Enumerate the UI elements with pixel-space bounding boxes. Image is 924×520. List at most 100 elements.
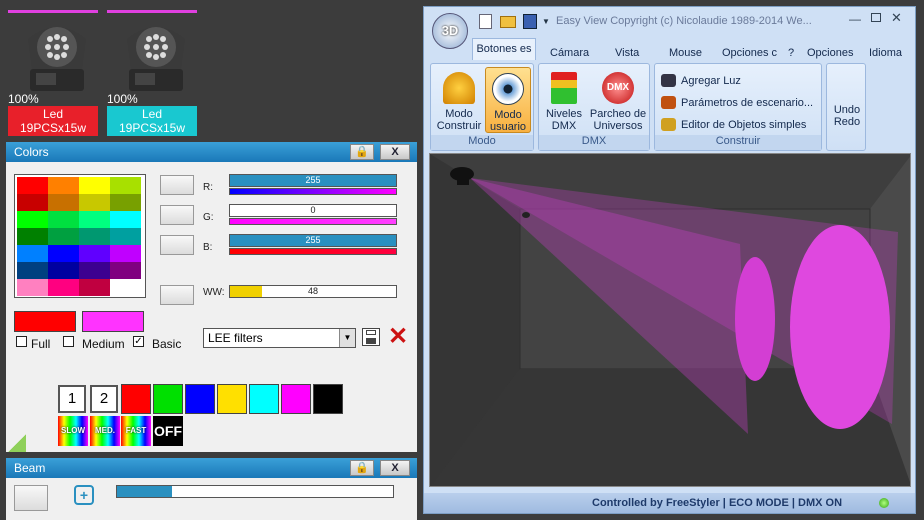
close-button[interactable]: X xyxy=(380,144,410,160)
ww-slider[interactable]: 48 xyxy=(229,285,397,298)
medium-checkbox[interactable] xyxy=(63,336,74,347)
palette-cell[interactable] xyxy=(79,279,110,296)
green-slider[interactable]: 0 xyxy=(229,204,397,217)
palette-cell[interactable] xyxy=(17,245,48,262)
lock-icon[interactable]: 🔒 xyxy=(350,460,374,476)
palette-cell[interactable] xyxy=(79,245,110,262)
niveles-dmx-button[interactable]: Niveles DMX xyxy=(541,72,587,132)
speed-fast-button[interactable]: FAST xyxy=(121,416,151,446)
swatch-black[interactable] xyxy=(313,384,343,414)
preset-1-button[interactable]: 1 xyxy=(58,385,86,413)
palette-cell[interactable] xyxy=(79,211,110,228)
palette-cell[interactable] xyxy=(17,177,48,194)
new-file-icon[interactable] xyxy=(479,14,492,29)
palette-cell[interactable] xyxy=(48,228,79,245)
lock-icon[interactable]: 🔒 xyxy=(350,144,374,160)
blue-preset-button[interactable] xyxy=(160,235,194,255)
color-palette-grid[interactable] xyxy=(14,174,146,298)
palette-cell[interactable] xyxy=(110,194,141,211)
palette-cell[interactable] xyxy=(48,279,79,296)
swatch-blue[interactable] xyxy=(185,384,215,414)
blue-value: 255 xyxy=(305,235,321,245)
zoom-icon[interactable]: + xyxy=(74,485,94,505)
fixture-3d-icon[interactable] xyxy=(450,167,474,181)
palette-cell[interactable] xyxy=(17,211,48,228)
app-badge[interactable]: 3D xyxy=(432,13,468,49)
basic-checkbox[interactable]: ✓ xyxy=(133,336,144,347)
palette-cell[interactable] xyxy=(79,177,110,194)
filter-select[interactable]: LEE filters ▼ xyxy=(203,328,356,348)
palette-cell[interactable] xyxy=(110,211,141,228)
palette-cell[interactable] xyxy=(110,245,141,262)
current-color-b[interactable] xyxy=(82,311,144,332)
red-preset-button[interactable] xyxy=(160,175,194,195)
palette-cell[interactable] xyxy=(110,262,141,279)
dmx-badge-label: DMX xyxy=(606,82,630,93)
editor-objetos-item[interactable]: Editor de Objetos simples xyxy=(661,118,806,131)
swatch-red[interactable] xyxy=(121,384,151,414)
palette-cell[interactable] xyxy=(48,194,79,211)
fixture-2[interactable]: 100% Led 19PCSx15w xyxy=(107,10,197,136)
tab-botones[interactable]: Botones es xyxy=(472,38,536,60)
chevron-down-icon[interactable]: ▼ xyxy=(339,329,355,347)
save-icon[interactable] xyxy=(523,14,537,29)
modo-usuario-button[interactable]: Modo usuario xyxy=(485,67,531,133)
tab-idioma[interactable]: Idioma xyxy=(869,47,902,59)
palette-cell[interactable] xyxy=(17,279,48,296)
preset-2-button[interactable]: 2 xyxy=(90,385,118,413)
red-value: 255 xyxy=(305,175,321,185)
speed-slow-button[interactable]: SLOW xyxy=(58,416,88,446)
palette-cell[interactable] xyxy=(48,245,79,262)
close-button[interactable]: X xyxy=(380,460,410,476)
close-window-button[interactable]: ✕ xyxy=(891,10,902,26)
delete-icon[interactable]: ✕ xyxy=(388,325,408,349)
resize-grip-icon[interactable] xyxy=(8,434,26,452)
palette-cell[interactable] xyxy=(17,194,48,211)
tab-opciones-menu[interactable]: Opciones xyxy=(807,47,853,59)
swatch-yellow[interactable] xyxy=(217,384,247,414)
speed-medium-button[interactable]: MED. xyxy=(90,416,120,446)
fixture-1[interactable]: 100% Led 19PCSx15w xyxy=(8,10,98,136)
blue-slider[interactable]: 255 xyxy=(229,234,397,247)
red-slider[interactable]: 255 xyxy=(229,174,397,187)
parametros-escenario-item[interactable]: Parámetros de escenario... xyxy=(661,96,813,109)
swatch-cyan[interactable] xyxy=(249,384,279,414)
speed-off-button[interactable]: OFF xyxy=(153,416,183,446)
parcheo-universos-button[interactable]: DMX Parcheo de Universos xyxy=(587,72,649,132)
tab-vista[interactable]: Vista xyxy=(615,47,639,59)
palette-cell[interactable] xyxy=(17,262,48,279)
3d-viewport[interactable] xyxy=(429,153,911,487)
beam-slider[interactable]: 51 xyxy=(116,485,394,498)
palette-cell[interactable] xyxy=(48,262,79,279)
tab-mouse[interactable]: Mouse xyxy=(669,47,702,59)
palette-cell[interactable] xyxy=(17,228,48,245)
open-folder-icon[interactable] xyxy=(500,16,516,28)
chevron-down-icon[interactable]: ▼ xyxy=(542,17,550,26)
palette-cell[interactable] xyxy=(110,228,141,245)
palette-cell[interactable] xyxy=(48,177,79,194)
agregar-luz-item[interactable]: Agregar Luz xyxy=(661,74,741,87)
green-preset-button[interactable] xyxy=(160,205,194,225)
palette-cell[interactable] xyxy=(48,211,79,228)
beam-preset-button[interactable] xyxy=(14,485,48,511)
palette-cell[interactable] xyxy=(79,262,110,279)
swatch-magenta[interactable] xyxy=(281,384,311,414)
palette-cell[interactable] xyxy=(110,279,141,296)
full-checkbox[interactable] xyxy=(16,336,27,347)
undo-redo-button[interactable]: Undo Redo xyxy=(827,104,867,128)
palette-cell[interactable] xyxy=(79,194,110,211)
maximize-button[interactable] xyxy=(871,13,881,22)
current-color-a[interactable] xyxy=(14,311,76,332)
swatch-green[interactable] xyxy=(153,384,183,414)
palette-cell[interactable] xyxy=(110,177,141,194)
palette-cell[interactable] xyxy=(79,228,110,245)
save-icon[interactable] xyxy=(362,328,380,346)
modo-construir-button[interactable]: Modo Construir xyxy=(435,72,483,132)
tab-opciones[interactable]: Opciones c xyxy=(722,47,780,59)
tab-camara[interactable]: Cámara xyxy=(550,47,589,59)
minimize-button[interactable]: — xyxy=(849,12,861,26)
tab-help[interactable]: ? xyxy=(788,47,794,59)
beam-panel-header[interactable]: Beam 🔒 X xyxy=(6,458,417,478)
ww-preset-button[interactable] xyxy=(160,285,194,305)
colors-panel-header[interactable]: Colors 🔒 X xyxy=(6,142,417,162)
